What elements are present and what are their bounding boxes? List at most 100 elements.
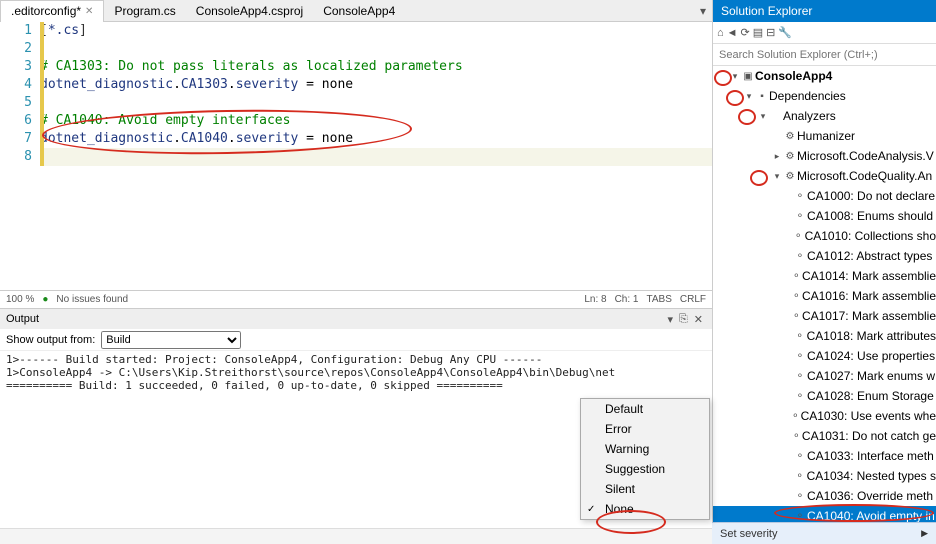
tree-item[interactable]: ⚬CA1036: Override meth: [713, 486, 936, 506]
tree-item-label: CA1030: Use events whe: [801, 409, 936, 423]
editor-status-bar: 100 % ● No issues found Ln: 8 Ch: 1 TABS…: [0, 290, 712, 308]
zoom-level[interactable]: 100 %: [6, 294, 34, 305]
output-pin-icon[interactable]: ⎘: [676, 313, 691, 326]
code-line[interactable]: [40, 94, 712, 112]
node-icon: ⚬: [793, 211, 807, 222]
col-indicator: Ch: 1: [615, 294, 639, 305]
collapse-icon[interactable]: ⊟: [766, 26, 775, 39]
severity-option[interactable]: Error: [581, 419, 709, 439]
node-icon: ⚙: [783, 171, 797, 182]
tree-item[interactable]: ▾▣ConsoleApp4: [713, 66, 936, 86]
document-tab[interactable]: .editorconfig*✕: [0, 0, 104, 22]
tree-item[interactable]: ⚬CA1010: Collections sho: [713, 226, 936, 246]
code-line[interactable]: dotnet_diagnostic.CA1303.severity = none: [40, 76, 712, 94]
expand-icon[interactable]: ▾: [729, 71, 741, 82]
close-tab-icon[interactable]: ✕: [85, 6, 93, 17]
tree-item-label: Microsoft.CodeQuality.An: [797, 169, 932, 183]
back-icon[interactable]: ◄: [727, 27, 738, 39]
document-tab-bar: .editorconfig*✕Program.csConsoleApp4.csp…: [0, 0, 712, 22]
tree-item[interactable]: ⚬CA1028: Enum Storage: [713, 386, 936, 406]
tab-overflow-icon[interactable]: ▾: [694, 4, 712, 18]
tree-item[interactable]: ⚬CA1027: Mark enums w: [713, 366, 936, 386]
tree-item-label: CA1024: Use properties: [807, 349, 935, 363]
tree-item[interactable]: ⚬CA1030: Use events whe: [713, 406, 936, 426]
tree-item[interactable]: ⚬CA1012: Abstract types: [713, 246, 936, 266]
horizontal-scrollbar[interactable]: [0, 528, 712, 544]
node-icon: ⚬: [793, 251, 807, 262]
line-number: 4: [0, 76, 32, 94]
node-icon: ⚬: [793, 391, 807, 402]
tree-item-label: CA1016: Mark assemblie: [802, 289, 936, 303]
document-tab[interactable]: Program.cs: [104, 0, 185, 22]
code-line[interactable]: # CA1040: Avoid empty interfaces: [40, 112, 712, 130]
node-icon: ⚬: [790, 411, 801, 422]
code-line[interactable]: # CA1303: Do not pass literals as locali…: [40, 58, 712, 76]
tree-item[interactable]: ⚬CA1008: Enums should: [713, 206, 936, 226]
line-number: 3: [0, 58, 32, 76]
properties-icon[interactable]: 🔧: [778, 26, 792, 39]
expand-icon[interactable]: ▾: [757, 111, 769, 122]
tree-item[interactable]: ⚬CA1017: Mark assemblie: [713, 306, 936, 326]
solution-explorer-title: Solution Explorer: [713, 0, 936, 22]
code-line[interactable]: dotnet_diagnostic.CA1040.severity = none: [40, 130, 712, 148]
code-line[interactable]: [40, 148, 712, 166]
node-icon: ⚬: [793, 191, 807, 202]
solution-search-input[interactable]: [713, 47, 936, 63]
line-number: 1: [0, 22, 32, 40]
code-line[interactable]: [*.cs]: [40, 22, 712, 40]
output-close-icon[interactable]: ✕: [691, 313, 706, 326]
tree-item[interactable]: ⚬CA1016: Mark assemblie: [713, 286, 936, 306]
tree-item-label: CA1028: Enum Storage: [807, 389, 934, 403]
output-title: Output: [6, 313, 39, 325]
tree-item[interactable]: ⚬CA1031: Do not catch ge: [713, 426, 936, 446]
tree-item[interactable]: ▾Analyzers: [713, 106, 936, 126]
set-severity-menu-item[interactable]: Set severity ▶: [712, 522, 936, 544]
tree-item-label: CA1040: Avoid empty in: [807, 509, 935, 523]
tree-item-label: CA1010: Collections sho: [805, 229, 936, 243]
node-icon: ⚙: [783, 151, 797, 162]
tree-item-label: Humanizer: [797, 129, 855, 143]
tree-item[interactable]: ⚬CA1034: Nested types s: [713, 466, 936, 486]
tree-item[interactable]: ⚙Humanizer: [713, 126, 936, 146]
line-number: 2: [0, 40, 32, 58]
document-tab[interactable]: ConsoleApp4: [313, 0, 405, 22]
tree-item-label: CA1000: Do not declare: [807, 189, 935, 203]
severity-context-menu: DefaultErrorWarningSuggestionSilent✓None: [580, 398, 710, 520]
severity-option[interactable]: Default: [581, 399, 709, 419]
tree-item-label: CA1036: Override meth: [807, 489, 933, 503]
show-all-icon[interactable]: ▤: [753, 26, 763, 39]
severity-option[interactable]: Suggestion: [581, 459, 709, 479]
line-number: 8: [0, 148, 32, 166]
document-tab[interactable]: ConsoleApp4.csproj: [186, 0, 313, 22]
node-icon: ⚬: [791, 291, 802, 302]
expand-icon[interactable]: ▾: [743, 91, 755, 102]
tree-item[interactable]: ▾⚙Microsoft.CodeQuality.An: [713, 166, 936, 186]
severity-option[interactable]: Silent: [581, 479, 709, 499]
node-icon: ⚬: [793, 371, 807, 382]
tree-item[interactable]: ⚬CA1018: Mark attributes: [713, 326, 936, 346]
home-icon[interactable]: ⌂: [717, 27, 724, 39]
sync-icon[interactable]: ⟳: [741, 26, 750, 39]
expand-icon[interactable]: ▸: [771, 151, 783, 162]
indent-mode: TABS: [646, 294, 671, 305]
code-editor[interactable]: 12345678 [*.cs] # CA1303: Do not pass li…: [0, 22, 712, 290]
tree-item[interactable]: ⚬CA1014: Mark assemblie: [713, 266, 936, 286]
tree-item[interactable]: ▸⚙Microsoft.CodeAnalysis.V: [713, 146, 936, 166]
tree-item[interactable]: ⚬CA1024: Use properties: [713, 346, 936, 366]
code-line[interactable]: [40, 40, 712, 58]
node-icon: ▣: [741, 71, 755, 82]
expand-icon[interactable]: ▾: [771, 171, 783, 182]
tree-item[interactable]: ⚬CA1033: Interface meth: [713, 446, 936, 466]
severity-option[interactable]: ✓None: [581, 499, 709, 519]
solution-toolbar: ⌂ ◄ ⟳ ▤ ⊟ 🔧: [713, 22, 936, 44]
tree-item[interactable]: ▾▪Dependencies: [713, 86, 936, 106]
tree-item[interactable]: ⚬CA1000: Do not declare: [713, 186, 936, 206]
node-icon: ⚬: [793, 451, 807, 462]
node-icon: ▪: [755, 91, 769, 102]
node-icon: ⚬: [792, 231, 805, 242]
tree-item-label: Dependencies: [769, 89, 846, 103]
tree-item-label: Microsoft.CodeAnalysis.V: [797, 149, 934, 163]
output-source-select[interactable]: Build: [101, 331, 241, 349]
severity-option[interactable]: Warning: [581, 439, 709, 459]
output-dropdown-icon[interactable]: ▾: [664, 313, 676, 326]
